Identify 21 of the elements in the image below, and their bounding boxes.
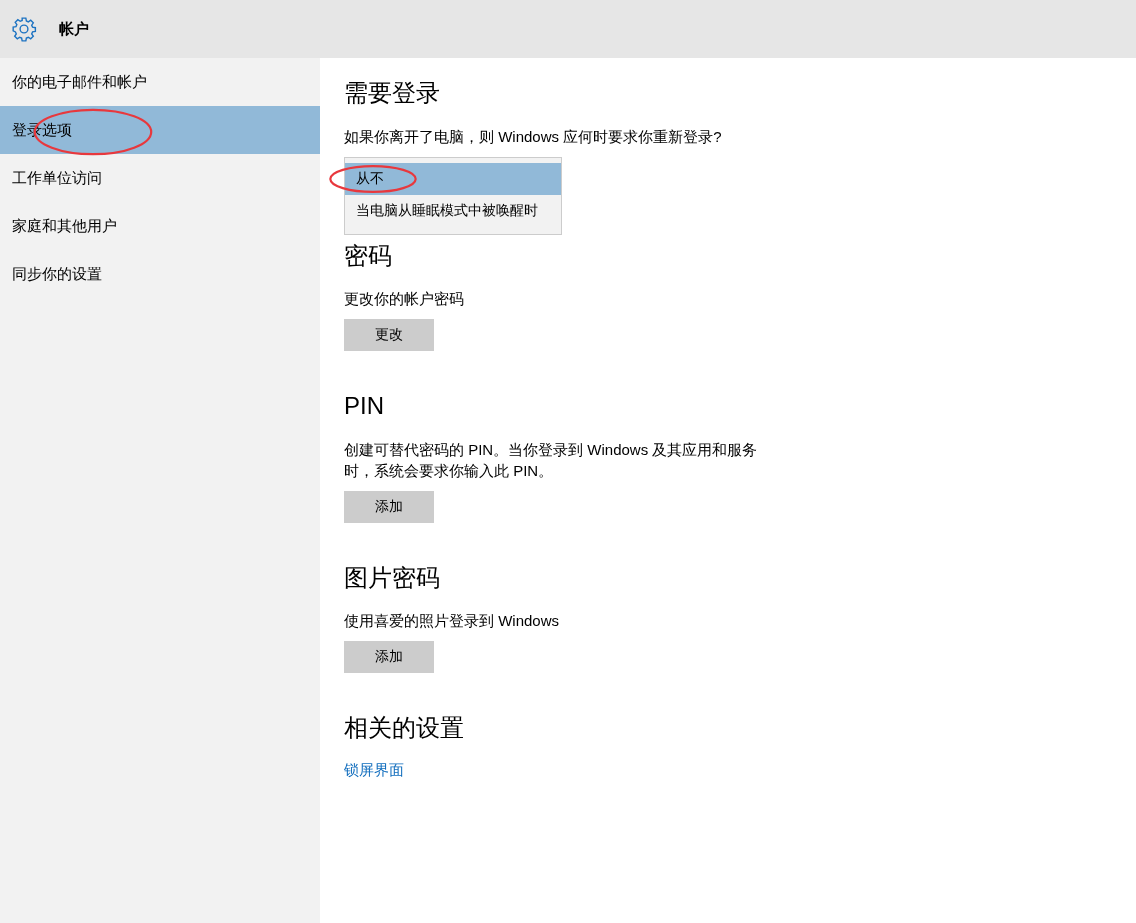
- action-button[interactable]: 更改: [344, 319, 434, 352]
- sidebar-item[interactable]: 同步你的设置: [0, 250, 320, 298]
- section-heading: 相关的设置: [344, 713, 465, 744]
- section-description: 更改你的帐户密码: [344, 289, 465, 310]
- dropdown-option[interactable]: 当电脑从睡眠模式中被唤醒时: [345, 194, 561, 227]
- window-title: 帐户: [59, 19, 89, 39]
- section-description: 创建可替代密码的 PIN。当你登录到 Windows 及其应用和服务时，系统会要求你输入此 PIN。: [344, 439, 759, 481]
- sidebar-item[interactable]: 家庭和其他用户: [0, 202, 320, 250]
- section-description: 使用喜爱的照片登录到 Windows: [344, 611, 561, 632]
- sidebar-item[interactable]: 你的电子邮件和帐户: [0, 58, 320, 106]
- action-button[interactable]: 添加: [344, 641, 434, 674]
- dropdown-option[interactable]: 从不: [345, 162, 561, 195]
- section-heading: PIN: [344, 391, 385, 422]
- settings-link[interactable]: 锁屏界面: [344, 760, 404, 778]
- action-button[interactable]: 添加: [344, 490, 434, 523]
- section-description: 如果你离开了电脑，则 Windows 应何时要求你重新登录?: [344, 126, 723, 147]
- section-heading: 需要登录: [344, 78, 441, 108]
- section-heading: 图片密码: [344, 562, 441, 593]
- section-heading: 密码: [344, 240, 393, 271]
- sidebar-item[interactable]: 工作单位访问: [0, 154, 320, 202]
- settings-icon: [11, 16, 37, 42]
